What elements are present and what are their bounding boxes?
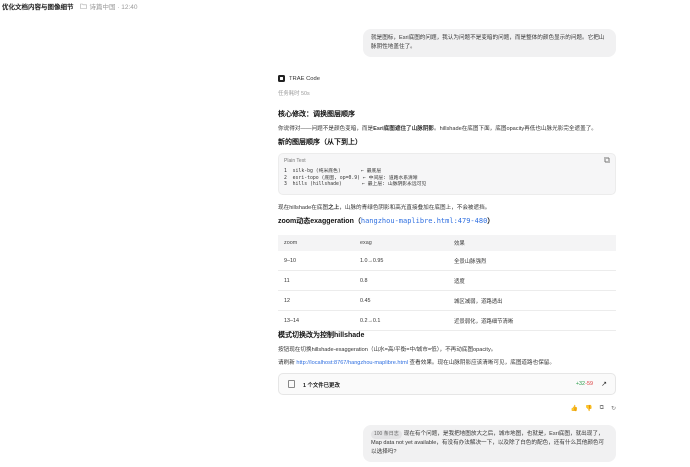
user-message-bubble-2: 100 条日志 现在有个问题，是我把地图放大之后，城市地图，也就是，Esri底图，… xyxy=(363,425,616,462)
message-actions: 👍 👎 ⧉ ↻ xyxy=(571,405,616,412)
zoom-table: zoom exag 效果 9–10 1.0→0.95 全景山脉强烈 11 0.8… xyxy=(278,235,616,331)
table-cell: 1.0→0.95 xyxy=(354,251,448,271)
user-message-text-2: 现在有个问题，是我把地图放大之后，城市地图，也就是，Esri底图，就出现了，Ma… xyxy=(371,431,605,455)
table-cell: 0.45 xyxy=(354,290,448,311)
table-cell: 0.8 xyxy=(354,270,448,291)
retry-icon[interactable]: ↻ xyxy=(611,405,616,412)
table-cell: 9–10 xyxy=(278,251,354,271)
changed-files-label: 1 个文件已更改 xyxy=(303,383,340,389)
heading-core-change: 核心修改：调换图层顺序 xyxy=(278,111,355,118)
top-bar: 优化文档内容与图像细节 诗篇中国 · 12:40 xyxy=(0,0,690,12)
changed-files-bar[interactable]: 1 个文件已更改 +32 -59 ↗ xyxy=(278,373,616,395)
table-row: 12 0.45 城区减弱，道路透出 xyxy=(278,290,616,311)
table-cell: 13–14 xyxy=(278,310,354,331)
folder-icon xyxy=(79,3,87,9)
user-message-bubble: 就是图标，Esri底图的问题，我认为问题不是变暗的问题，而是整体的颜色显示的问题… xyxy=(363,29,616,57)
table-cell: 全景山脉强烈 xyxy=(448,251,616,271)
table-cell: 11 xyxy=(278,270,354,291)
file-link[interactable]: hangzhou-maplibre.html:479-480 xyxy=(361,217,487,225)
lines-removed: -59 xyxy=(585,381,593,387)
table-row: 11 0.8 适度 xyxy=(278,270,616,291)
lines-added: +32 xyxy=(575,381,585,387)
table-cell: 0.2→0.1 xyxy=(354,310,448,331)
copy-icon[interactable] xyxy=(604,157,610,163)
open-arrow-icon[interactable]: ↗ xyxy=(601,380,607,388)
heading-mode-switch: 模式切换改为控制hillshade xyxy=(278,332,365,339)
table-cell: 近景弱化，道路细节清晰 xyxy=(448,310,616,331)
table-header-row: zoom exag 效果 xyxy=(278,235,616,251)
localhost-link[interactable]: http://localhost:8767/hangzhou-maplibre.… xyxy=(296,360,408,366)
code-block: Plain Text 1 silk-bg (纯米底色) ← 最底层 2 esri… xyxy=(278,153,616,195)
thumbs-up-icon[interactable]: 👍 xyxy=(571,405,578,412)
conversation-meta: 诗篇中国 · 12:40 xyxy=(79,1,138,11)
paragraph-mode-switch: 按钮现在切换hillshade-exaggeration（山水=高/平衡=中/城… xyxy=(278,347,497,353)
code-language-selector[interactable]: Plain Text xyxy=(284,158,306,164)
paragraph-refresh: 请刷新 http://localhost:8767/hangzhou-mapli… xyxy=(278,360,555,366)
table-header: exag xyxy=(354,235,448,251)
table-header: zoom xyxy=(278,235,354,251)
heading-zoom-exaggeration: zoom动态exaggeration（hangzhou-maplibre.htm… xyxy=(278,217,495,225)
elapsed-time[interactable]: 任务耗时 50s xyxy=(278,89,616,97)
file-icon xyxy=(288,380,295,388)
meta-text: 诗篇中国 · 12:40 xyxy=(89,4,138,11)
conversation-title: 优化文档内容与图像细节 xyxy=(2,4,74,11)
trae-logo-icon xyxy=(278,75,285,82)
copy-response-icon[interactable]: ⧉ xyxy=(600,405,604,412)
agent-header: TRAE Code xyxy=(278,75,616,82)
paragraph-explanation: 你说得对——问题不是颜色变暗，而是Esri底图遮住了山脉阴影。hillshade… xyxy=(278,126,597,132)
paragraph-hillshade: 现在hillshade在底图之上，山脉的青绿色阴影和高光直接叠加在底图上，不会被… xyxy=(278,205,491,211)
thumbs-down-icon[interactable]: 👎 xyxy=(585,405,592,412)
table-row: 9–10 1.0→0.95 全景山脉强烈 xyxy=(278,251,616,271)
table-header: 效果 xyxy=(448,235,616,251)
agent-response: TRAE Code 任务耗时 50s 核心修改：调换图层顺序 你说得对——问题不… xyxy=(278,75,616,420)
table-cell: 适度 xyxy=(448,270,616,291)
table-cell: 12 xyxy=(278,290,354,311)
table-cell: 城区减弱，道路透出 xyxy=(448,290,616,311)
code-content: 1 silk-bg (纯米底色) ← 最底层 2 esri-topo (底图, … xyxy=(284,169,427,187)
log-chip[interactable]: 100 条日志 xyxy=(371,430,402,439)
user-message-text: 就是图标，Esri底图的问题，我认为问题不是变暗的问题，而是整体的颜色显示的问题… xyxy=(371,35,605,50)
table-row: 13–14 0.2→0.1 近景弱化，道路细节清晰 xyxy=(278,310,616,331)
heading-layer-order: 新的图层顺序（从下到上） xyxy=(278,139,362,146)
agent-name: TRAE Code xyxy=(289,75,320,82)
